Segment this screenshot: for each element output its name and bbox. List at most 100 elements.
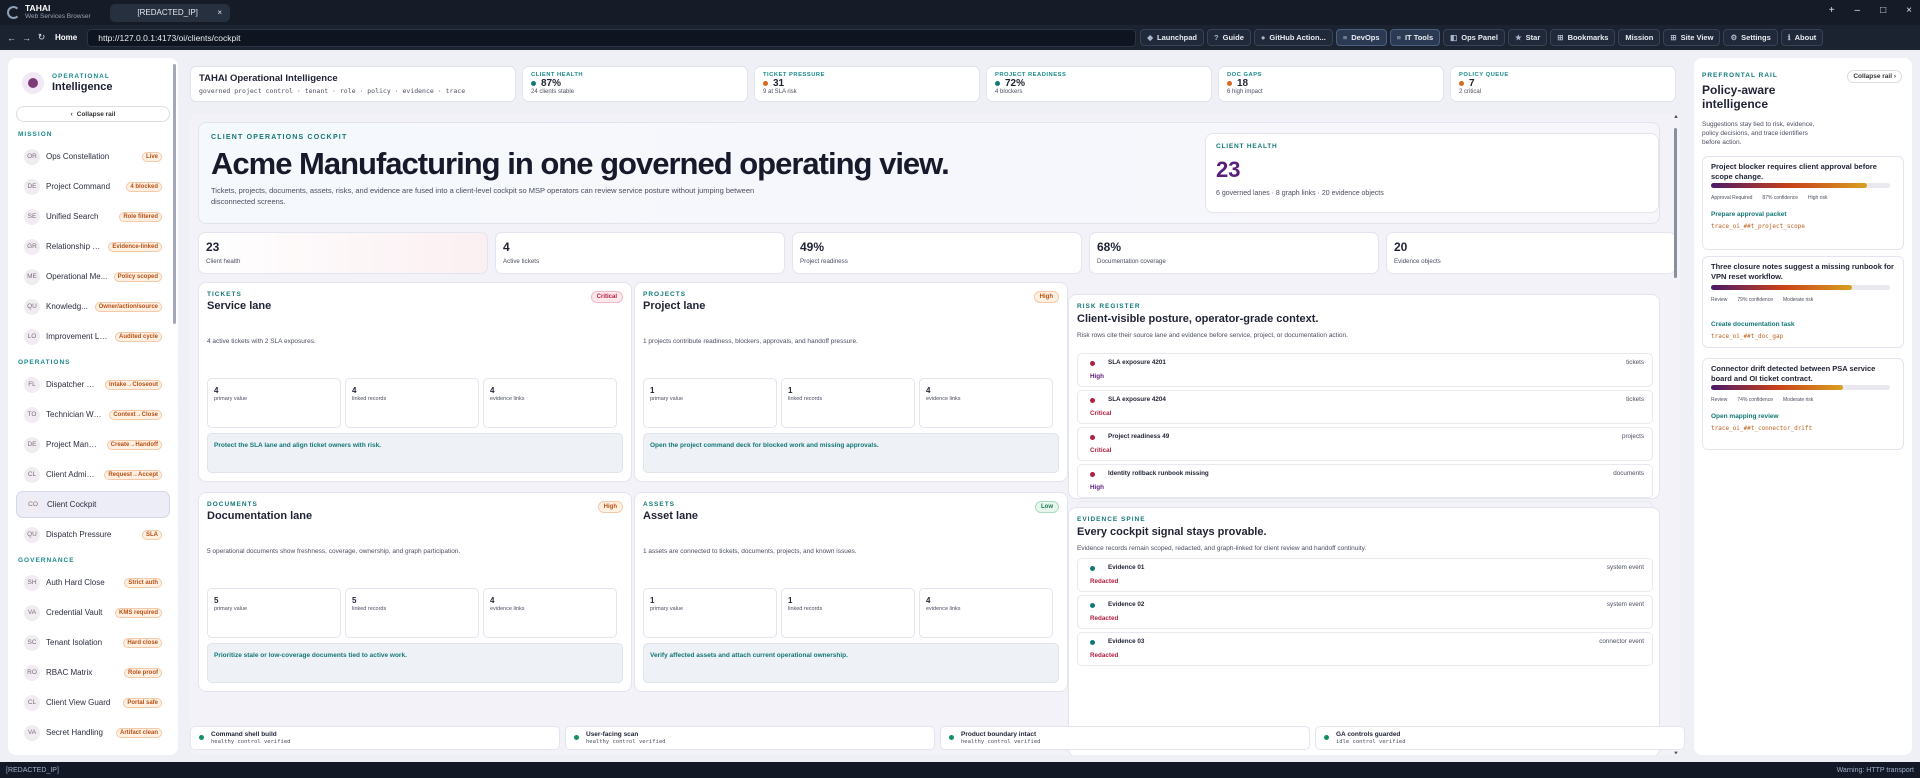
scroll-thumb[interactable] xyxy=(1674,128,1677,278)
lane-metric-label: evidence links xyxy=(926,396,961,402)
lane-action-link[interactable]: Protect the SLA lane and align ticket ow… xyxy=(207,433,623,473)
rail-item-rbac-matrix[interactable]: RO RBAC Matrix Role proof xyxy=(16,659,170,686)
lane-card-tickets: TICKETS Service lane Critical 4 active tick… xyxy=(198,282,632,482)
oi-logo-icon xyxy=(22,72,44,94)
suggestion-action-link[interactable]: Prepare approval packet xyxy=(1711,211,1787,218)
rail-item-project-command[interactable]: DE Project Command 4 blocked xyxy=(16,173,170,200)
browser-toolbar: ← → ↻ Home http://127.0.0.1:4173/oi/clie… xyxy=(0,25,1920,50)
risk-severity: Critical xyxy=(1090,447,1112,454)
ops-panel-button[interactable]: ◧ Ops Panel xyxy=(1443,29,1505,46)
cockpit-panel: CLIENT OPERATIONS COCKPIT Acme Manufactu… xyxy=(190,114,1680,755)
risk-row[interactable]: Identity rollback runbook missing High doc… xyxy=(1077,464,1653,498)
maximize-icon[interactable]: □ xyxy=(1880,5,1886,16)
settings-button[interactable]: ⚙ Settings xyxy=(1723,29,1778,46)
bookmarks-button[interactable]: ⊞ Bookmarks xyxy=(1550,29,1616,46)
rail-item-client-view-guard[interactable]: CL Client View Guard Portal safe xyxy=(16,689,170,716)
rail-item-client-admin[interactable]: CL Client Admin ... Request→Accept xyxy=(16,461,170,488)
suggestion-meta-item: High risk xyxy=(1808,195,1828,201)
tab-title: [REDACTED_IP] xyxy=(137,8,198,17)
address-bar[interactable]: http://127.0.0.1:4173/oi/clients/cockpit xyxy=(87,28,1137,47)
evidence-row[interactable]: Evidence 03 Redacted connector event xyxy=(1077,632,1653,666)
risk-row[interactable]: SLA exposure 4204 Critical tickets xyxy=(1077,390,1653,424)
guide-label: Guide xyxy=(1222,33,1244,42)
rail-item-label: RBAC Matrix xyxy=(46,668,93,677)
home-button[interactable]: Home xyxy=(49,33,83,42)
lane-metric-label: primary value xyxy=(214,396,248,402)
evidence-row[interactable]: Evidence 02 Redacted system event xyxy=(1077,595,1653,629)
risk-register: RISK REGISTER Client-visible posture, op… xyxy=(1068,294,1660,535)
health-value: 23 xyxy=(1216,157,1241,182)
rail-item-project-manag[interactable]: DE Project Manag... Create→Handoff xyxy=(16,431,170,458)
cockpit-scrollbar[interactable]: ▲ ▼ xyxy=(1673,114,1679,755)
it-tools-button[interactable]: ≡ IT Tools xyxy=(1389,29,1441,46)
mission-label: Mission xyxy=(1625,33,1654,42)
lane-action-link[interactable]: Verify affected assets and attach curren… xyxy=(643,643,1059,683)
suggestion-action-link[interactable]: Open mapping review xyxy=(1711,413,1779,420)
rail-item-secret-handling[interactable]: VA Secret Handling Artifact clean xyxy=(16,719,170,746)
status-dot-icon xyxy=(1459,81,1464,86)
close-tab-icon[interactable]: × xyxy=(217,8,222,17)
rail-item-tenant-isolation[interactable]: SC Tenant Isolation Hard close xyxy=(16,629,170,656)
suggestion-meta: Review 79% confidence Moderate risk xyxy=(1711,297,1813,303)
github-actions-button[interactable]: ● GitHub Action... xyxy=(1253,29,1333,46)
star-button[interactable]: ★ Star xyxy=(1507,29,1548,46)
stat-card: 23 Client health xyxy=(198,232,488,274)
suggestion-action-link[interactable]: Create documentation task xyxy=(1711,321,1794,328)
rail-item-improvement-lo[interactable]: LO Improvement Lo... Audited cycle xyxy=(16,323,170,350)
mission-button[interactable]: Mission xyxy=(1618,29,1661,46)
health-check-card: Product boundary intact healthy control v… xyxy=(940,726,1310,750)
rail-item-operational-me[interactable]: ME Operational Me... Policy scoped xyxy=(16,263,170,290)
rail-section-title: OPERATIONS xyxy=(18,359,71,366)
client-health-card: CLIENT HEALTH 23 6 governed lanes · 8 gr… xyxy=(1205,133,1659,213)
minimize-icon[interactable]: – xyxy=(1855,5,1861,16)
scroll-down-icon[interactable]: ▼ xyxy=(1673,751,1679,755)
guide-button[interactable]: ? Guide xyxy=(1207,29,1251,46)
launchpad-icon: ◆ xyxy=(1147,33,1154,42)
about-button[interactable]: ℹ About xyxy=(1780,29,1824,46)
window-titlebar: TAHAI Web Services Browser [REDACTED_IP]… xyxy=(0,0,1920,25)
rail-item-badge: Live xyxy=(141,151,162,162)
devops-button[interactable]: ≡ DevOps xyxy=(1335,29,1387,46)
collapse-rail-button[interactable]: ‹ Collapse rail xyxy=(16,106,170,122)
site-view-button[interactable]: ⊞ Site View xyxy=(1663,29,1721,46)
lane-title: Documentation lane xyxy=(207,510,313,522)
lane-metric-value: 4 xyxy=(352,386,357,395)
suggestion-card: Project blocker requires client approval… xyxy=(1702,156,1904,250)
new-tab-icon[interactable]: + xyxy=(1829,5,1835,16)
rail-item-relationship-gr[interactable]: GR Relationship Gr... Evidence-linked xyxy=(16,233,170,260)
scroll-up-icon[interactable]: ▲ xyxy=(1673,114,1679,120)
rail-item-avatar-icon: TO xyxy=(24,406,40,423)
collapse-prefrontal-button[interactable]: Collapse rail › xyxy=(1847,70,1902,83)
health-subtitle: 6 governed lanes · 8 graph links · 20 ev… xyxy=(1216,190,1384,197)
rail-item-client-cockpit[interactable]: CO Client Cockpit xyxy=(16,491,170,518)
risk-source: tickets xyxy=(1626,396,1644,403)
status-left: [REDACTED_IP] xyxy=(6,766,59,774)
rail-scrollbar[interactable] xyxy=(173,64,176,324)
risk-source: documents xyxy=(1613,470,1644,477)
kpi-card-policy-queue: POLICY QUEUE 7 2 critical xyxy=(1450,66,1676,102)
back-icon[interactable]: ← xyxy=(4,33,19,43)
risk-row[interactable]: SLA exposure 4201 High tickets xyxy=(1077,353,1653,387)
lane-metric-label: linked records xyxy=(352,606,387,612)
rail-item-unified-search[interactable]: SE Unified Search Role filtered xyxy=(16,203,170,230)
site-view-icon: ⊞ xyxy=(1670,33,1677,42)
rail-item-dispatch-pressure[interactable]: QU Dispatch Pressure SLA xyxy=(16,521,170,548)
confidence-fill xyxy=(1711,285,1853,290)
browser-tab[interactable]: [REDACTED_IP] × xyxy=(110,3,230,22)
rail-item-technician-wor[interactable]: TO Technician Wor... Context→Close xyxy=(16,401,170,428)
lane-action-link[interactable]: Open the project command deck for blocke… xyxy=(643,433,1059,473)
forward-icon[interactable]: → xyxy=(19,33,34,43)
risk-row[interactable]: Project readiness 49 Critical projects xyxy=(1077,427,1653,461)
reload-icon[interactable]: ↻ xyxy=(34,32,49,43)
launchpad-button[interactable]: ◆ Launchpad xyxy=(1140,29,1205,46)
rail-item-knowledg[interactable]: QU Knowledg... Owner/action/source xyxy=(16,293,170,320)
rail-item-auth-hard-close[interactable]: SH Auth Hard Close Strict auth xyxy=(16,569,170,596)
close-window-icon[interactable]: × xyxy=(1906,5,1912,16)
evidence-row[interactable]: Evidence 01 Redacted system event xyxy=(1077,558,1653,592)
lane-severity-badge: Critical xyxy=(590,291,623,303)
lane-metric: 1 linked records xyxy=(781,378,915,428)
rail-item-credential-vault[interactable]: VA Credential Vault KMS required xyxy=(16,599,170,626)
lane-action-link[interactable]: Prioritize stale or low-coverage documen… xyxy=(207,643,623,683)
rail-item-ops-constellation[interactable]: OR Ops Constellation Live xyxy=(16,143,170,170)
rail-item-dispatcher-w[interactable]: FL Dispatcher W... Intake→Closeout xyxy=(16,371,170,398)
